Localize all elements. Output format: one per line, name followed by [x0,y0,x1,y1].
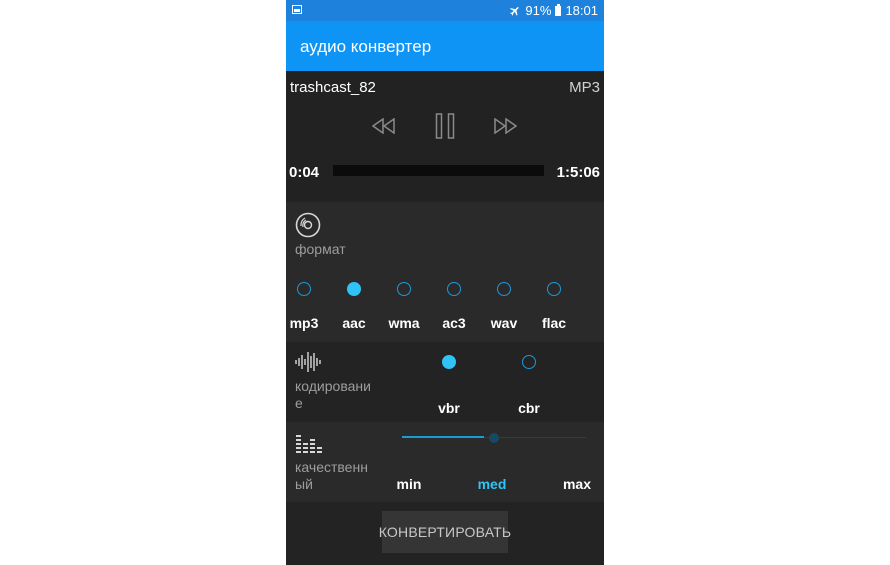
rewind-icon[interactable] [372,118,396,134]
encoding-section: кодировани е vbr cbr [286,342,604,422]
convert-button[interactable]: КОНВЕРТИРОВАТЬ [379,511,511,553]
disc-icon [295,212,321,238]
format-option-label: mp3 [289,315,319,331]
quality-section: качественн ый min med max [286,422,604,502]
battery-icon [555,3,562,16]
quality-level-min[interactable]: min [384,476,434,492]
format-radio-wav[interactable] [497,282,511,296]
waveform-icon [295,352,321,372]
elapsed-time: 0:04 [289,164,320,181]
quality-level-max[interactable]: max [552,476,602,492]
playback-controls [286,113,604,139]
format-option-label: aac [342,315,366,331]
clock: 18:01 [565,3,598,18]
status-bar: 91% 18:01 [286,0,604,21]
track-name: trashcast_82 [290,79,376,96]
format-label: формат [295,241,346,257]
app-bar: аудио конвертер [286,21,604,71]
format-radio-aac[interactable] [347,282,361,296]
encoding-radio-vbr[interactable] [442,355,456,369]
slider-track-fill [402,436,484,438]
total-duration: 1:5:06 [556,164,600,181]
format-option-label: wav [490,315,518,331]
encoding-option-label: cbr [518,400,540,416]
app-title: аудио конвертер [300,37,432,56]
encoding-radio-cbr[interactable] [522,355,536,369]
encoding-label: кодировани [295,378,371,394]
battery-percent: 91% [525,3,552,18]
format-radio-flac[interactable] [547,282,561,296]
format-option-label: wma [388,315,420,331]
player-panel: trashcast_82 MP3 0:04 1:5:06 [286,71,604,202]
gallery-icon [292,5,302,14]
airplane-icon [510,6,520,16]
fast-forward-icon[interactable] [493,118,517,134]
format-radio-mp3[interactable] [297,282,311,296]
quality-label-wrap: ый [295,476,313,492]
status-right: 91% 18:01 [509,3,598,18]
phone-screen: 91% 18:01 аудио конвертер trashcast_82 M… [286,0,604,565]
quality-level-med[interactable]: med [467,476,517,492]
convert-section: КОНВЕРТИРОВАТЬ [286,502,604,565]
format-radio-wma[interactable] [397,282,411,296]
encoding-label-wrap: е [295,395,303,411]
equalizer-icon [296,435,322,453]
seek-bar[interactable] [333,165,544,176]
format-option-label: flac [541,315,567,331]
slider-thumb[interactable] [489,433,499,443]
pause-icon[interactable] [435,113,455,139]
format-section: формат mp3 aac wma ac3 wav flac [286,202,604,342]
format-radio-ac3[interactable] [447,282,461,296]
track-format: MP3 [569,79,600,96]
quality-label: качественн [295,459,368,475]
quality-slider[interactable] [402,432,586,444]
format-option-label: ac3 [442,315,466,331]
encoding-option-label: vbr [438,400,460,416]
